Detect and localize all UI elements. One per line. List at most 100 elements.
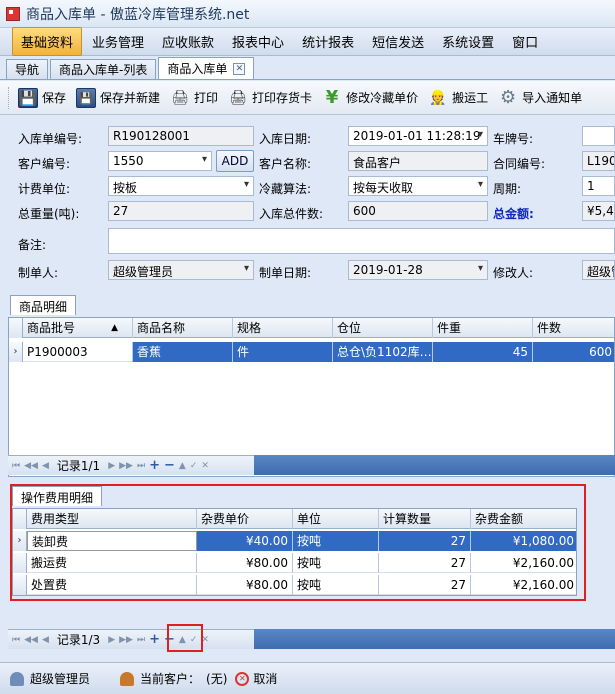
amount-field[interactable]: ¥5,40 xyxy=(582,201,615,221)
nav-prev-page-icon[interactable]: ◀◀ xyxy=(24,461,38,471)
col-name[interactable]: 商品名称 xyxy=(133,318,233,338)
modifier-field[interactable]: 超级管 xyxy=(582,260,615,280)
table-row[interactable]: › P1900003 香蕉 件 总仓\负1102库… 45 600 xyxy=(9,342,614,362)
goods-horizontal-scrollbar[interactable] xyxy=(254,455,615,475)
close-icon[interactable]: ✕ xyxy=(233,62,246,75)
nav-up-icon[interactable]: ▲ xyxy=(179,461,186,471)
algo-select[interactable]: 按每天收取 xyxy=(348,176,488,196)
cell-spec[interactable]: 件 xyxy=(233,342,333,362)
cell-fee-type[interactable]: 处置费 xyxy=(27,575,197,595)
col-fee-unit[interactable]: 单位 xyxy=(293,509,379,529)
status-bar: 超级管理员 当前客户： (无) ✕ 取消 xyxy=(0,662,615,694)
cell-batch[interactable]: P1900003 xyxy=(23,342,133,362)
col-batch[interactable]: 商品批号 ▲ xyxy=(23,318,133,338)
goods-grid: 商品批号 ▲ 商品名称 规格 仓位 件重 件数 › P1900003 香蕉 件 总… xyxy=(8,317,615,477)
contract-field[interactable]: L1901 xyxy=(582,151,615,171)
cell-fee-price[interactable]: ¥40.00 xyxy=(197,531,293,551)
print-card-button[interactable]: 🖨 打印存货卡 xyxy=(228,88,312,108)
menu-report-center[interactable]: 报表中心 xyxy=(224,28,292,55)
add-row-icon[interactable]: + xyxy=(149,632,160,647)
add-row-icon[interactable]: + xyxy=(149,458,160,473)
modify-price-button[interactable]: ¥ 修改冷藏单价 xyxy=(322,87,418,108)
tab-order-list[interactable]: 商品入库单-列表 xyxy=(50,59,157,79)
nav-next-icon[interactable]: ▶ xyxy=(108,635,115,645)
menu-sms[interactable]: 短信发送 xyxy=(364,28,432,55)
nav-next-page-icon[interactable]: ▶▶ xyxy=(119,635,133,645)
cell-count[interactable]: 600 xyxy=(533,342,614,362)
fees-horizontal-scrollbar[interactable] xyxy=(254,629,615,649)
tab-fee-detail[interactable]: 操作费用明细 xyxy=(12,486,103,506)
menu-basic-data[interactable]: 基础资料 xyxy=(12,27,83,56)
unit-select[interactable]: 按板 xyxy=(108,176,254,196)
col-weight[interactable]: 件重 xyxy=(433,318,533,338)
col-count[interactable]: 件数 xyxy=(533,318,614,338)
porter-button[interactable]: 👷 搬运工 xyxy=(428,88,488,108)
menu-receivables[interactable]: 应收账款 xyxy=(154,28,222,55)
tab-order[interactable]: 商品入库单 ✕ xyxy=(158,57,255,79)
col-fee-type[interactable]: 费用类型 xyxy=(27,509,197,529)
nav-prev-icon[interactable]: ◀ xyxy=(42,635,49,645)
order-no-field[interactable]: R190128001 xyxy=(108,126,254,146)
cell-fee-unit[interactable]: 按吨 xyxy=(293,531,379,551)
nav-next-icon[interactable]: ▶ xyxy=(108,461,115,471)
menu-statistics[interactable]: 统计报表 xyxy=(294,28,362,55)
remark-field[interactable] xyxy=(108,228,615,254)
nav-last-icon[interactable]: ⏭ xyxy=(137,461,145,471)
save-button[interactable]: 💾 保存 xyxy=(18,87,66,108)
cell-fee-qty[interactable]: 27 xyxy=(379,553,471,573)
cell-fee-qty[interactable]: 27 xyxy=(379,575,471,595)
period-field[interactable]: 1 xyxy=(582,176,615,196)
cancel-edit-icon[interactable]: ✕ xyxy=(201,461,209,471)
import-notice-button[interactable]: ⚙ 导入通知单 xyxy=(498,87,582,108)
plate-field[interactable] xyxy=(582,126,615,146)
print-button[interactable]: 🖨 打印 xyxy=(170,88,218,108)
cell-location[interactable]: 总仓\负1102库… xyxy=(333,342,433,362)
nav-last-icon[interactable]: ⏭ xyxy=(137,635,145,645)
fees-grid: 费用类型 杂费单价 单位 计算数量 杂费金额 › 装卸费 ¥40.00 按吨 2… xyxy=(12,508,577,596)
cell-fee-type[interactable]: 搬运费 xyxy=(27,553,197,573)
table-row[interactable]: › 装卸费 ¥40.00 按吨 27 ¥1,080.00 xyxy=(13,531,576,551)
col-fee-qty[interactable]: 计算数量 xyxy=(379,509,471,529)
cell-fee-amount[interactable]: ¥2,160.00 xyxy=(471,575,576,595)
nav-next-page-icon[interactable]: ▶▶ xyxy=(119,461,133,471)
menu-window[interactable]: 窗口 xyxy=(504,28,546,55)
col-spec[interactable]: 规格 xyxy=(233,318,333,338)
nav-prev-page-icon[interactable]: ◀◀ xyxy=(24,635,38,645)
cell-fee-unit[interactable]: 按吨 xyxy=(293,553,379,573)
menu-business[interactable]: 业务管理 xyxy=(84,28,152,55)
pieces-field[interactable]: 600 xyxy=(348,201,488,221)
customer-name-field[interactable]: 食品客户 xyxy=(348,151,488,171)
tab-nav[interactable]: 导航 xyxy=(6,59,49,79)
col-fee-price[interactable]: 杂费单价 xyxy=(197,509,293,529)
table-row[interactable]: 处置费 ¥80.00 按吨 27 ¥2,160.00 xyxy=(13,575,576,595)
cell-name[interactable]: 香蕉 xyxy=(133,342,233,362)
cell-fee-price[interactable]: ¥80.00 xyxy=(197,553,293,573)
cell-fee-amount[interactable]: ¥1,080.00 xyxy=(471,531,576,551)
cancel-icon[interactable]: ✕ xyxy=(235,671,250,686)
col-location[interactable]: 仓位 xyxy=(333,318,433,338)
remove-row-icon[interactable]: − xyxy=(164,458,175,473)
menu-settings[interactable]: 系统设置 xyxy=(434,28,502,55)
cell-fee-amount[interactable]: ¥2,160.00 xyxy=(471,553,576,573)
confirm-icon[interactable]: ✓ xyxy=(190,461,198,471)
cell-fee-qty[interactable]: 27 xyxy=(379,531,471,551)
cell-fee-price[interactable]: ¥80.00 xyxy=(197,575,293,595)
creator-field[interactable]: 超级管理员 xyxy=(108,260,254,280)
add-customer-button[interactable]: ADD xyxy=(216,150,254,172)
weight-field[interactable]: 27 xyxy=(108,201,254,221)
cell-weight[interactable]: 45 xyxy=(433,342,533,362)
create-date-field[interactable]: 2019-01-28 xyxy=(348,260,488,280)
nav-first-icon[interactable]: ⏮ xyxy=(12,461,20,471)
fee-type-select[interactable]: 装卸费 xyxy=(27,531,197,551)
date-picker[interactable]: 2019-01-01 11:28:19 xyxy=(348,126,488,146)
save-new-button[interactable]: 💾 保存并新建 xyxy=(76,87,160,108)
order-form: 入库单编号: R190128001 入库日期: 2019-01-01 11:28… xyxy=(0,116,615,290)
status-cancel[interactable]: 取消 xyxy=(253,670,277,687)
customer-no-select[interactable]: 1550 xyxy=(108,151,212,171)
table-row[interactable]: 搬运费 ¥80.00 按吨 27 ¥2,160.00 xyxy=(13,553,576,573)
cell-fee-unit[interactable]: 按吨 xyxy=(293,575,379,595)
tab-goods-detail[interactable]: 商品明细 xyxy=(10,295,77,315)
nav-first-icon[interactable]: ⏮ xyxy=(12,635,20,645)
col-fee-amount[interactable]: 杂费金额 xyxy=(471,509,576,529)
nav-prev-icon[interactable]: ◀ xyxy=(42,461,49,471)
